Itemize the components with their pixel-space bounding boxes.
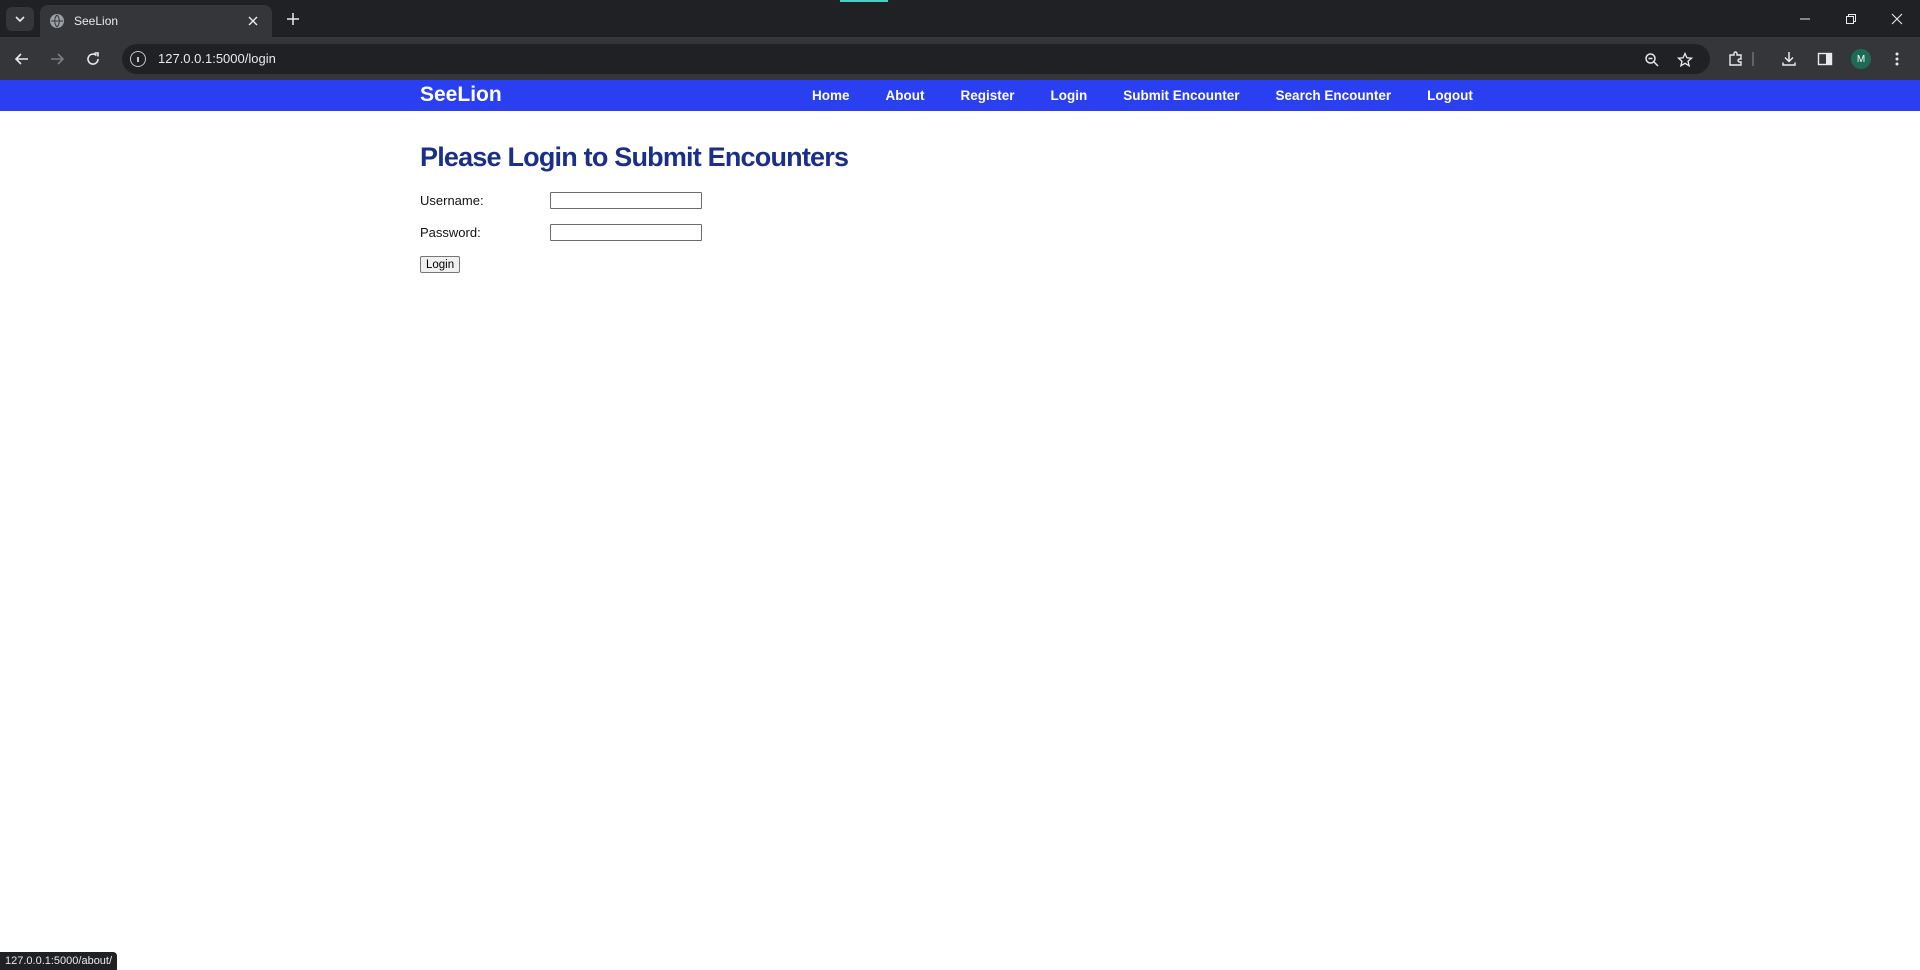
- browser-toolbar: 127.0.0.1:5000/login M: [0, 37, 1920, 80]
- tab-title: SeeLion: [74, 14, 119, 28]
- password-label: Password:: [420, 225, 481, 240]
- password-input[interactable]: [550, 224, 702, 241]
- chevron-down-icon: [15, 16, 25, 23]
- new-tab-button[interactable]: [282, 8, 304, 30]
- username-row: Username:: [420, 192, 702, 209]
- address-bar[interactable]: 127.0.0.1:5000/login: [122, 44, 1710, 74]
- restore-icon: [1846, 13, 1856, 24]
- tab-strip: SeeLion: [0, 0, 1920, 37]
- address-url[interactable]: 127.0.0.1:5000/login: [158, 51, 276, 66]
- nav-links: Home About Register Login Submit Encount…: [812, 88, 1509, 103]
- password-row: Password:: [420, 224, 702, 241]
- username-input[interactable]: [550, 192, 702, 209]
- site-navbar: SeeLion Home About Register Login Submit…: [0, 80, 1920, 111]
- close-icon: [1891, 13, 1903, 24]
- reload-button[interactable]: [79, 45, 107, 73]
- status-url-bubble: 127.0.0.1:5000/about/: [0, 952, 118, 970]
- profile-avatar[interactable]: M: [1851, 49, 1871, 69]
- nav-link-submit-encounter[interactable]: Submit Encounter: [1123, 88, 1239, 103]
- minimize-icon: [1800, 18, 1810, 19]
- download-icon[interactable]: [1778, 48, 1800, 70]
- globe-icon: [50, 14, 64, 28]
- forward-button[interactable]: [43, 45, 71, 73]
- toolbar-divider: [1752, 52, 1754, 66]
- arrow-right-icon: [51, 53, 65, 65]
- side-panel-icon[interactable]: [1814, 48, 1836, 70]
- username-label: Username:: [420, 193, 484, 208]
- tab-search-button[interactable]: [6, 7, 34, 31]
- login-button[interactable]: Login: [420, 256, 461, 273]
- login-page: Please Login to Submit Encounters Userna…: [420, 142, 849, 273]
- close-window-button[interactable]: [1874, 0, 1920, 37]
- nav-link-about[interactable]: About: [886, 88, 925, 103]
- minimize-button[interactable]: [1782, 0, 1828, 37]
- arrow-left-icon: [14, 53, 28, 65]
- site-brand[interactable]: SeeLion: [420, 83, 502, 107]
- reload-icon: [87, 52, 99, 65]
- nav-link-login[interactable]: Login: [1051, 88, 1088, 103]
- nav-link-home[interactable]: Home: [812, 88, 850, 103]
- browser-tab[interactable]: SeeLion: [40, 5, 272, 37]
- back-button[interactable]: [8, 45, 36, 73]
- extensions-icon[interactable]: [1725, 48, 1747, 70]
- plus-icon: [287, 13, 299, 25]
- bookmark-star-icon[interactable]: [1675, 50, 1695, 70]
- accent-line: [840, 0, 888, 2]
- nav-link-logout[interactable]: Logout: [1427, 88, 1473, 103]
- site-info-icon[interactable]: [130, 51, 146, 67]
- restore-button[interactable]: [1828, 0, 1874, 37]
- zoom-icon[interactable]: [1642, 50, 1662, 70]
- menu-kebab-icon[interactable]: [1886, 48, 1908, 70]
- close-tab-icon[interactable]: [244, 12, 262, 30]
- nav-link-register[interactable]: Register: [961, 88, 1015, 103]
- nav-link-search-encounter[interactable]: Search Encounter: [1276, 88, 1392, 103]
- page-title: Please Login to Submit Encounters: [420, 142, 849, 172]
